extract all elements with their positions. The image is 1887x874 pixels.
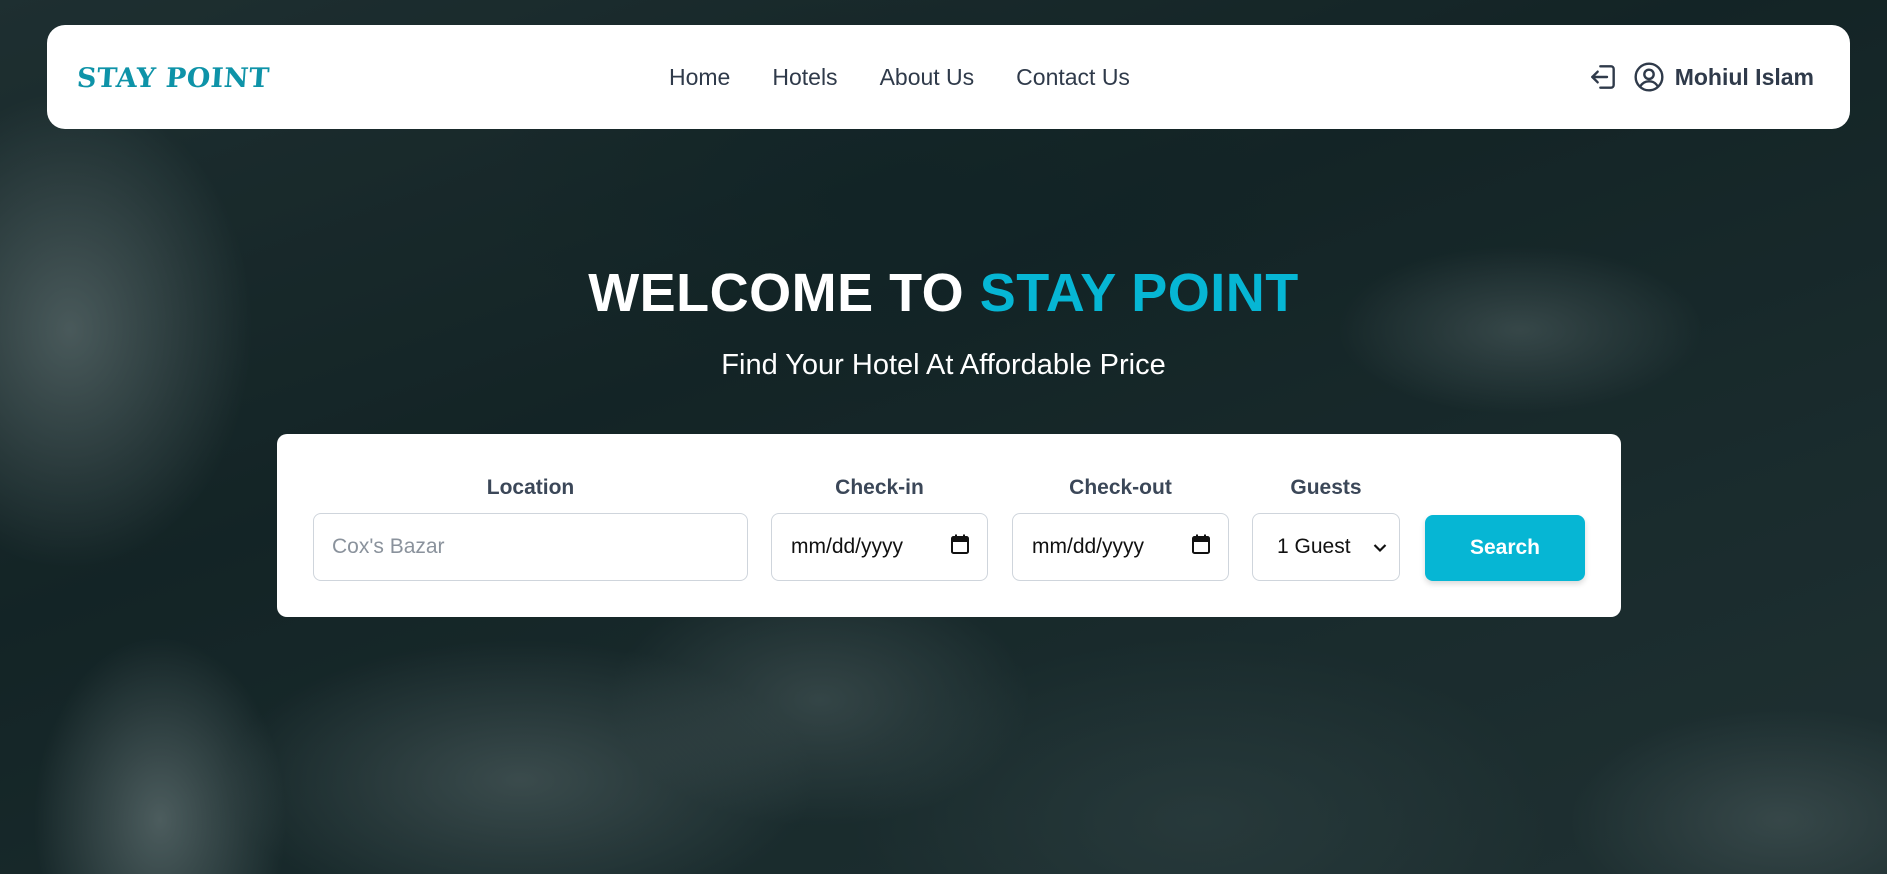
nav-link-about-us[interactable]: About Us	[880, 64, 975, 91]
guests-label: Guests	[1290, 476, 1362, 499]
hero-title-prefix: WELCOME TO	[588, 263, 965, 323]
user-name[interactable]: Mohiul Islam	[1675, 64, 1814, 91]
nav-link-home[interactable]: Home	[669, 64, 730, 91]
checkout-value: mm/dd/yyyy	[1032, 535, 1145, 558]
logo[interactable]: STAY POINT	[76, 63, 271, 94]
nav-links: Home Hotels About Us Contact Us	[669, 25, 1130, 129]
hero-title: WELCOME TO STAY POINT	[0, 262, 1887, 324]
checkout-label: Check-out	[1069, 476, 1172, 499]
search-button[interactable]: Search	[1425, 515, 1585, 581]
location-placeholder: Cox's Bazar	[332, 535, 445, 558]
chevron-down-icon	[1373, 535, 1387, 559]
user-area: Mohiul Islam	[1587, 25, 1814, 129]
logout-icon[interactable]	[1587, 61, 1619, 93]
user-circle-icon[interactable]	[1633, 61, 1665, 93]
navbar: STAY POINT Home Hotels About Us Contact …	[47, 25, 1850, 129]
checkin-date-input[interactable]: mm/dd/yyyy	[771, 513, 988, 581]
guests-selected: 1 Guest	[1277, 535, 1351, 558]
location-input[interactable]: Cox's Bazar	[313, 513, 748, 581]
checkin-value: mm/dd/yyyy	[791, 535, 904, 558]
nav-link-hotels[interactable]: Hotels	[772, 64, 837, 91]
calendar-icon[interactable]	[951, 534, 969, 560]
calendar-icon[interactable]	[1192, 534, 1210, 560]
hero-subtitle: Find Your Hotel At Affordable Price	[721, 349, 1166, 381]
search-card: Location Cox's Bazar Check-in mm/dd/yyyy…	[277, 434, 1621, 617]
checkin-label: Check-in	[835, 476, 924, 499]
guests-select[interactable]: 1 Guest	[1252, 513, 1400, 581]
nav-link-contact-us[interactable]: Contact Us	[1016, 64, 1130, 91]
location-label: Location	[486, 476, 575, 499]
hero-title-accent: STAY POINT	[979, 263, 1299, 323]
checkout-date-input[interactable]: mm/dd/yyyy	[1012, 513, 1229, 581]
